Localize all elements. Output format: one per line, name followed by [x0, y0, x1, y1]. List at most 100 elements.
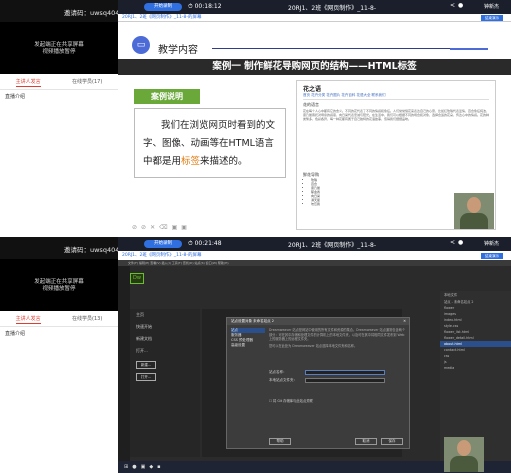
preview-title: 花之语: [303, 86, 322, 93]
presenter-head: [457, 440, 471, 456]
invite-code: 邀请码：uwsq4043: [0, 0, 124, 22]
git-checkbox[interactable]: ☐ 将 Git 存储库与此站点关联: [269, 398, 313, 403]
sidebar-tabs: 主讲人发言 在线学员(17): [0, 74, 118, 90]
files-panel: 本地文件 站点 - 未命名站点 2 flower images index.ht…: [440, 291, 511, 461]
new-button[interactable]: 新建...: [136, 361, 156, 369]
screenshot-top: 邀请码：uwsq4043 发起端正在共享屏幕 视频播放暂停 主讲人发言 在线学员…: [0, 0, 511, 235]
dialog-fields: 站点名称： 本地站点文件夹：: [269, 370, 407, 386]
share-icon[interactable]: <: [450, 2, 458, 9]
dialog-description: Dreamweaver 站点是网站中使用的所有文件和资源的集合。Dreamwea…: [269, 328, 406, 348]
tool-strip: [118, 266, 130, 461]
divider-accent: [450, 48, 488, 50]
site-setup-dialog: 站点设置对象 未命名站点 2 ✕ 站点 服务器 CSS 预处理器 高级设置 Dr…: [226, 317, 410, 449]
file-item[interactable]: 本地文件: [440, 291, 511, 298]
presenter-body: [460, 213, 488, 229]
start-item-quick[interactable]: 快速开始: [130, 321, 200, 333]
dialog-nav-advanced[interactable]: 高级设置: [231, 343, 265, 348]
live-intro: 直播介绍: [5, 94, 26, 100]
dreamweaver-logo: Dw: [130, 273, 144, 284]
user-name[interactable]: 钟新杰: [484, 240, 499, 247]
preview-heading: 花的语言: [303, 102, 319, 107]
dialog-titlebar: 站点设置对象 未命名站点 2 ✕: [227, 318, 409, 325]
section-title: 教学内容: [158, 45, 198, 56]
session-title: 20RJ1、2班《网页制作》_11-8-: [288, 5, 376, 12]
start-item-new-doc[interactable]: 新建文档: [130, 333, 200, 345]
record-button[interactable]: 开始录制: [144, 3, 182, 11]
pen-icon[interactable]: ⊘: [132, 224, 141, 231]
presentation-slide: 20RJ1、2班《网页制作》_11-8-的屏幕 结束演示 ▭ 教学内容 案例一 …: [118, 14, 511, 235]
case-banner: 案例一 制作鲜花导购网页的结构——HTML标签: [118, 59, 511, 75]
user-name[interactable]: 钟新杰: [484, 3, 499, 10]
end-share-button[interactable]: 结束演示: [481, 252, 503, 259]
toolbar-icons: <●: [450, 2, 466, 9]
user-icon[interactable]: ●: [458, 2, 466, 9]
tab-presenter[interactable]: 主讲人发言: [15, 315, 41, 324]
erase-icon[interactable]: ⌫: [159, 224, 171, 231]
open-button[interactable]: 打开...: [136, 373, 156, 381]
record-button[interactable]: 开始录制: [144, 240, 182, 248]
preview-paragraph: 花在每个人心中都有它的含义。不同的花代表了不同的情感和象征。人们常常借花来表达自…: [303, 109, 489, 121]
help-button[interactable]: 帮助: [269, 438, 291, 445]
screenshot-bottom: 邀请码：uwsq4043 发起端正在共享屏幕 视频播放暂停 主讲人发言 在线学员…: [0, 237, 511, 473]
presenter-camera: [444, 437, 484, 472]
live-intro: 直播介绍: [5, 331, 26, 337]
invite-code: 邀请码：uwsq4043: [0, 237, 124, 259]
top-toolbar: 开始录制 ⏱ 00:21:48 20RJ1、2班《网页制作》_11-8- <● …: [118, 237, 511, 251]
start-icon[interactable]: ⊞: [124, 464, 132, 470]
file-item[interactable]: media: [440, 365, 511, 371]
folder-icon[interactable]: ▣: [141, 464, 150, 470]
case-label: 案例说明: [134, 89, 200, 104]
live-sidebar: 邀请码：uwsq4043 发起端正在共享屏幕 视频播放暂停 主讲人发言 在线学员…: [0, 237, 124, 473]
start-item-home[interactable]: 主页: [130, 309, 200, 321]
tab-students[interactable]: 在线学员(17): [72, 78, 102, 87]
presenter-head: [467, 197, 481, 213]
presenter-body: [450, 456, 478, 472]
dw-icon[interactable]: ▪: [157, 464, 164, 470]
file-item[interactable]: 站点 - 未命名站点 2: [440, 298, 511, 305]
site-name-row: 站点名称：: [269, 370, 407, 376]
share-strip: 20RJ1、2班《网页制作》_11-8-的屏幕 结束演示: [118, 14, 511, 22]
screen-icon[interactable]: ▣: [172, 224, 182, 231]
dialog-nav: 站点 服务器 CSS 预处理器 高级设置: [231, 328, 265, 348]
preview-nav: 首页 花卉分类 花卉图片 花卉百科 花语大全 联系我们: [303, 93, 489, 100]
app-icon[interactable]: ◆: [149, 464, 157, 470]
tab-students[interactable]: 在线学员(13): [72, 315, 102, 324]
share-icon[interactable]: <: [450, 239, 458, 246]
session-title: 20RJ1、2班《网页制作》_11-8-: [288, 242, 376, 249]
divider: [212, 48, 472, 49]
site-name-input[interactable]: [305, 370, 385, 375]
close-icon[interactable]: ✕: [403, 318, 406, 325]
end-share-button[interactable]: 结束演示: [481, 15, 503, 21]
presenter-camera: [454, 193, 494, 229]
start-item-open[interactable]: 打开...: [130, 345, 200, 357]
user-icon[interactable]: ●: [458, 239, 466, 246]
cancel-button[interactable]: 取消: [355, 438, 377, 445]
video-status-line1: 发起端正在共享屏幕: [34, 279, 84, 285]
undo-icon[interactable]: ⊘: [141, 224, 150, 231]
video-area[interactable]: 发起端正在共享屏幕 视频播放暂停: [0, 22, 118, 74]
live-sidebar: 邀请码：uwsq4043 发起端正在共享屏幕 视频播放暂停 主讲人发言 在线学员…: [0, 0, 124, 235]
dialog-buttons: 帮助 取消 保存: [269, 438, 407, 446]
top-toolbar: 开始录制 ⏱ 00:18:12 20RJ1、2班《网页制作》_11-8- <● …: [118, 0, 511, 14]
session-timer: ⏱ 00:21:48: [188, 240, 222, 247]
save-button[interactable]: 保存: [381, 438, 403, 445]
clock-icon: ⏱: [188, 3, 195, 10]
close-icon[interactable]: ✕: [150, 224, 159, 231]
tab-presenter[interactable]: 主讲人发言: [15, 78, 41, 87]
browser-icon[interactable]: ●: [132, 464, 140, 470]
video-area[interactable]: 发起端正在共享屏幕 视频播放暂停: [0, 259, 118, 311]
video-status-line1: 发起端正在共享屏幕: [34, 42, 84, 48]
sidebar-tabs: 主讲人发言 在线学员(13): [0, 311, 118, 327]
app-menubar[interactable]: 文件(F) 编辑(E) 查看(V) 插入(I) 工具(T) 查找(D) 站点(S…: [118, 260, 511, 266]
session-timer: ⏱ 00:18:12: [188, 3, 222, 10]
highlight-text: 标签: [181, 156, 201, 167]
video-status-line2: 视频播放暂停: [42, 49, 76, 55]
toolbar-icons: <●: [450, 239, 466, 246]
local-folder-input[interactable]: [305, 378, 385, 383]
settings-icon[interactable]: ▣: [181, 224, 191, 231]
local-folder-row: 本地站点文件夹：: [269, 378, 407, 384]
share-strip: 20RJ1、2班《网页制作》_11-8-的屏幕 结束演示: [118, 251, 511, 260]
case-description: 我们在浏览网页时看到的文 字、图像、动画等在HTML语言 中都是用标签来描述的。: [134, 108, 286, 178]
monitor-icon: ▭: [132, 36, 150, 54]
start-panel: 主页 快速开始 新建文档 打开... 新建... 打开...: [130, 309, 200, 457]
